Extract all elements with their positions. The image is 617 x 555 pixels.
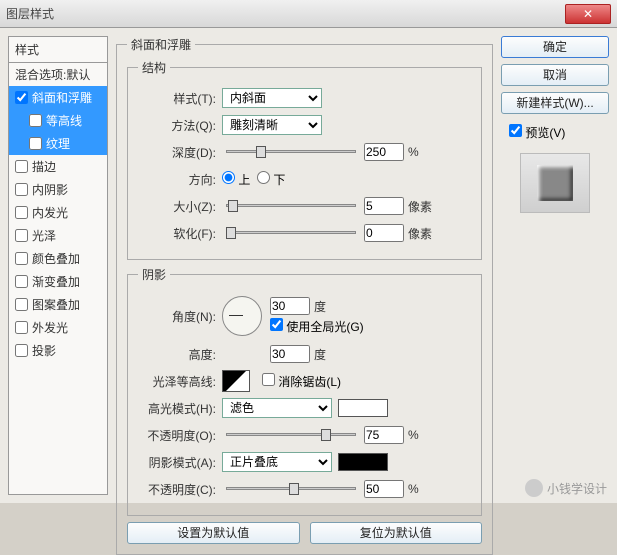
style-select[interactable]: 内斜面 [222, 88, 322, 108]
styles-header: 样式 [9, 37, 107, 63]
soften-unit: 像素 [408, 225, 432, 242]
style-item[interactable]: 投影 [9, 339, 107, 362]
highlight-color-swatch[interactable] [338, 399, 388, 417]
antialias-checkbox[interactable]: 消除锯齿(L) [262, 373, 341, 390]
new-style-button[interactable]: 新建样式(W)... [501, 92, 609, 114]
window-title: 图层样式 [6, 5, 565, 22]
style-item[interactable]: 内发光 [9, 201, 107, 224]
depth-label: 深度(D): [138, 144, 216, 161]
styles-list: 样式 混合选项:默认 斜面和浮雕等高线纹理描边内阴影内发光光泽颜色叠加渐变叠加图… [8, 36, 108, 495]
angle-label: 角度(N): [138, 308, 216, 325]
style-item[interactable]: 图案叠加 [9, 293, 107, 316]
angle-unit: 度 [314, 298, 326, 315]
method-select[interactable]: 雕刻清晰 [222, 115, 322, 135]
size-input[interactable] [364, 197, 404, 215]
shadow-mode-label: 阴影模式(A): [138, 454, 216, 471]
style-item[interactable]: 渐变叠加 [9, 270, 107, 293]
angle-input[interactable] [270, 297, 310, 315]
cancel-button[interactable]: 取消 [501, 64, 609, 86]
shadow-opacity-label: 不透明度(C): [138, 481, 216, 498]
altitude-label: 高度: [138, 346, 216, 363]
soften-label: 软化(F): [138, 225, 216, 242]
style-item[interactable]: 光泽 [9, 224, 107, 247]
style-label: 样式(T): [138, 90, 216, 107]
angle-dial[interactable] [222, 296, 262, 336]
global-light-checkbox[interactable]: 使用全局光(G) [270, 320, 364, 334]
altitude-unit: 度 [314, 346, 326, 363]
preview-thumbnail [520, 153, 590, 213]
style-item[interactable]: 等高线 [9, 109, 107, 132]
highlight-mode-select[interactable]: 滤色 [222, 398, 332, 418]
highlight-opacity-unit: % [408, 428, 419, 442]
size-label: 大小(Z): [138, 198, 216, 215]
style-item[interactable]: 斜面和浮雕 [9, 86, 107, 109]
method-label: 方法(Q): [138, 117, 216, 134]
soften-slider[interactable] [226, 231, 356, 235]
size-slider[interactable] [226, 204, 356, 208]
shading-group: 阴影 角度(N): 度 使用全局光(G) 高度: [127, 266, 482, 516]
depth-unit: % [408, 145, 419, 159]
highlight-mode-label: 高光模式(H): [138, 400, 216, 417]
shadow-opacity-input[interactable] [364, 480, 404, 498]
style-item[interactable]: 颜色叠加 [9, 247, 107, 270]
shading-legend: 阴影 [138, 266, 170, 283]
altitude-input[interactable] [270, 345, 310, 363]
direction-down[interactable]: 下 [257, 171, 285, 188]
style-item[interactable]: 内阴影 [9, 178, 107, 201]
gloss-contour-label: 光泽等高线: [138, 373, 216, 390]
blend-options[interactable]: 混合选项:默认 [9, 63, 107, 86]
gloss-contour-picker[interactable] [222, 370, 250, 392]
depth-slider[interactable] [226, 150, 356, 154]
soften-input[interactable] [364, 224, 404, 242]
preview-checkbox[interactable]: 预览(V) [509, 124, 609, 141]
shadow-mode-select[interactable]: 正片叠底 [222, 452, 332, 472]
shadow-color-swatch[interactable] [338, 453, 388, 471]
style-item[interactable]: 描边 [9, 155, 107, 178]
watermark-icon [525, 479, 543, 497]
bevel-panel: 斜面和浮雕 结构 样式(T): 内斜面 方法(Q): 雕刻清晰 深度(D): % [116, 36, 493, 555]
ok-button[interactable]: 确定 [501, 36, 609, 58]
depth-input[interactable] [364, 143, 404, 161]
highlight-opacity-input[interactable] [364, 426, 404, 444]
direction-up[interactable]: 上 [222, 171, 250, 188]
close-button[interactable]: ✕ [565, 4, 611, 24]
style-item[interactable]: 纹理 [9, 132, 107, 155]
bevel-title: 斜面和浮雕 [127, 36, 195, 53]
structure-legend: 结构 [138, 59, 170, 76]
direction-label: 方向: [138, 171, 216, 188]
shadow-opacity-unit: % [408, 482, 419, 496]
structure-group: 结构 样式(T): 内斜面 方法(Q): 雕刻清晰 深度(D): % 方向: [127, 59, 482, 260]
style-item[interactable]: 外发光 [9, 316, 107, 339]
highlight-opacity-slider[interactable] [226, 433, 356, 437]
watermark: 小钱学设计 [525, 479, 607, 497]
shadow-opacity-slider[interactable] [226, 487, 356, 491]
reset-default-button[interactable]: 复位为默认值 [310, 522, 483, 544]
size-unit: 像素 [408, 198, 432, 215]
highlight-opacity-label: 不透明度(O): [138, 427, 216, 444]
make-default-button[interactable]: 设置为默认值 [127, 522, 300, 544]
